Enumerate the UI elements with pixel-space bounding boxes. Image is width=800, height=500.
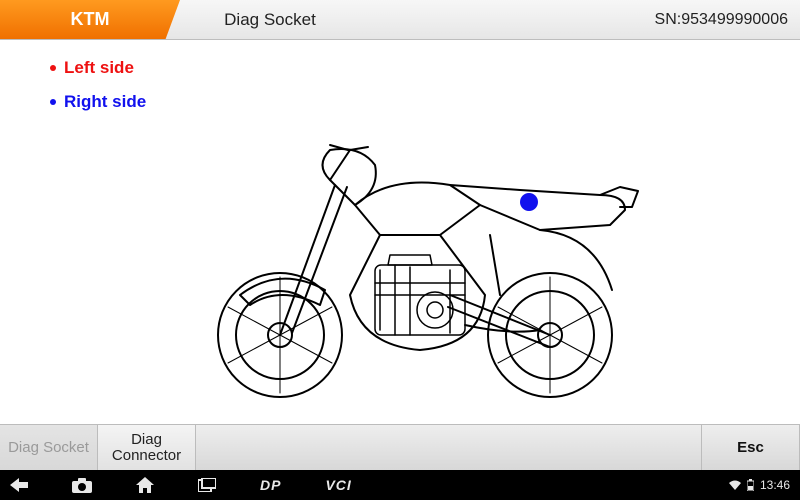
nav-right: 13:46 bbox=[729, 478, 790, 492]
brand-tab: KTM bbox=[0, 0, 180, 39]
header-spacer bbox=[360, 0, 655, 39]
dot-icon bbox=[50, 65, 56, 71]
legend-left-side[interactable]: Left side bbox=[50, 58, 146, 78]
socket-marker-right[interactable] bbox=[520, 193, 538, 211]
bottom-tab-bar: Diag Socket Diag Connector Esc bbox=[0, 424, 800, 470]
tab-diag-connector-label: Diag Connector bbox=[104, 432, 189, 464]
legend-right-label: Right side bbox=[64, 92, 146, 112]
tab-diag-socket-label: Diag Socket bbox=[8, 440, 89, 456]
nav-dp[interactable]: DP bbox=[260, 477, 281, 493]
motorcycle-diagram bbox=[180, 95, 650, 405]
header-bar: KTM Diag Socket SN:953499990006 bbox=[0, 0, 800, 40]
wifi-icon bbox=[729, 480, 741, 490]
back-icon[interactable] bbox=[10, 478, 28, 492]
battery-icon bbox=[747, 479, 754, 491]
brand-label: KTM bbox=[71, 9, 110, 30]
esc-button[interactable]: Esc bbox=[702, 425, 800, 470]
esc-label: Esc bbox=[737, 440, 764, 456]
motorcycle-svg bbox=[180, 95, 650, 405]
home-icon[interactable] bbox=[136, 477, 154, 493]
nav-vci[interactable]: VCI bbox=[325, 477, 351, 493]
clock-text: 13:46 bbox=[760, 478, 790, 492]
serial-text: SN:953499990006 bbox=[655, 11, 788, 29]
recent-icon[interactable] bbox=[198, 478, 216, 492]
legend: Left side Right side bbox=[50, 58, 146, 126]
nav-left: DP VCI bbox=[10, 477, 352, 493]
page-title: Diag Socket bbox=[180, 0, 360, 39]
camera-icon[interactable] bbox=[72, 478, 92, 493]
legend-right-side[interactable]: Right side bbox=[50, 92, 146, 112]
system-navbar: DP VCI 13:46 bbox=[0, 470, 800, 500]
tab-diag-connector[interactable]: Diag Connector bbox=[98, 425, 196, 470]
legend-left-label: Left side bbox=[64, 58, 134, 78]
page-title-text: Diag Socket bbox=[224, 10, 316, 30]
content-area: Left side Right side bbox=[0, 40, 800, 424]
tab-diag-socket[interactable]: Diag Socket bbox=[0, 425, 98, 470]
serial-number: SN:953499990006 bbox=[655, 0, 800, 39]
dot-icon bbox=[50, 99, 56, 105]
bottom-spacer bbox=[196, 425, 702, 470]
